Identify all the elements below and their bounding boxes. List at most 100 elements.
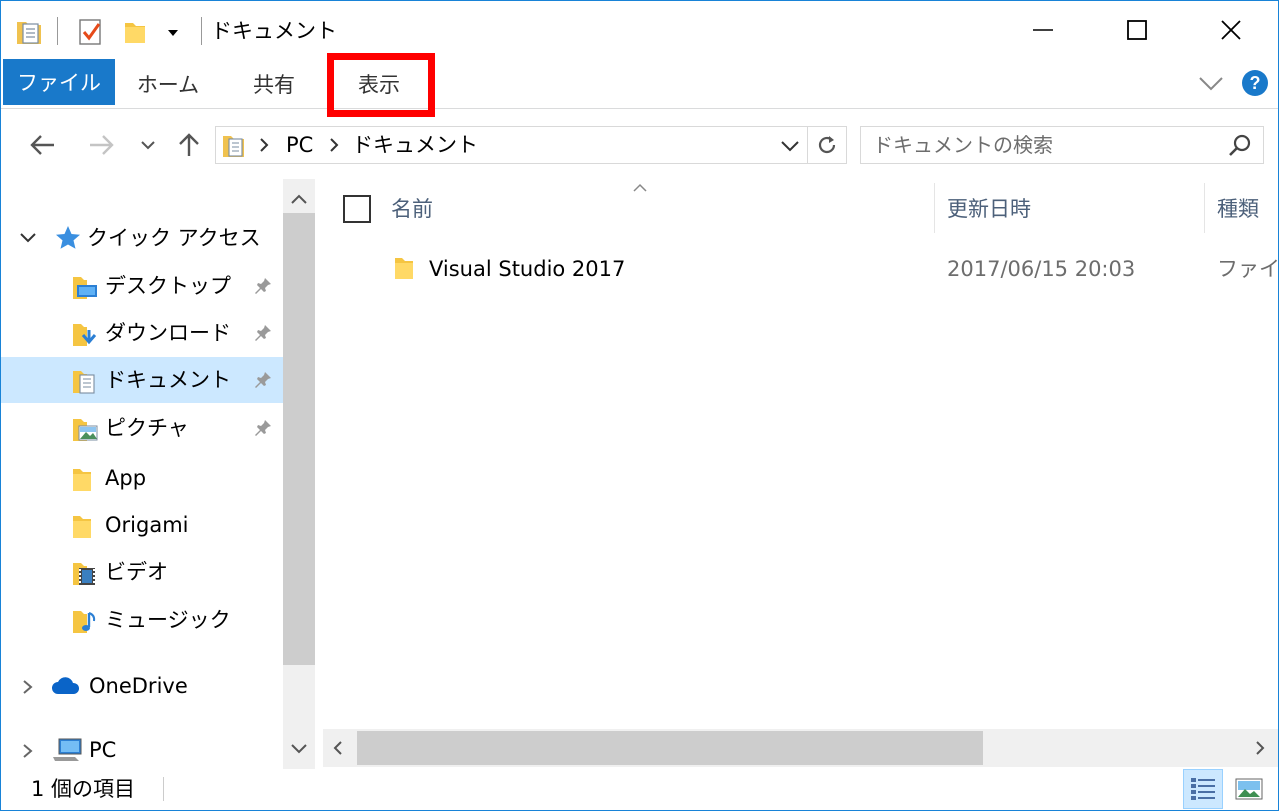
sort-ascending-icon [631,179,649,198]
tab-file[interactable]: ファイル [3,59,115,105]
title-bar: ドキュメント [1,1,1278,59]
breadcrumb-documents[interactable]: ドキュメント [352,127,478,163]
file-name[interactable]: Visual Studio 2017 [429,251,625,287]
column-header-modified[interactable]: 更新日時 [947,191,1031,231]
recent-locations-button[interactable] [137,125,159,165]
nav-quick-access-label: クイック アクセス [87,226,261,250]
nav-item-label: デスクトップ [105,274,231,298]
navigation-scrollbar-thumb[interactable] [283,213,315,665]
folder-icon [395,258,413,279]
nav-pc[interactable]: PC [1,727,283,773]
chevron-right-icon[interactable] [258,137,270,157]
properties-icon[interactable] [77,15,105,47]
star-icon [56,226,80,249]
nav-item-documents[interactable]: ドキュメント [1,357,283,403]
scroll-up-icon[interactable] [289,191,309,210]
up-button[interactable] [171,125,207,165]
document-folder-icon [222,131,246,163]
minimize-icon [1033,29,1053,31]
column-divider[interactable] [934,183,935,233]
downloads-folder-icon [73,324,97,346]
address-dropdown-icon[interactable] [780,138,800,157]
nav-item-music[interactable]: ミュージック [1,597,283,643]
scroll-right-icon[interactable] [1253,739,1267,761]
large-icons-view-icon [1235,778,1263,800]
nav-item-label: ピクチャ [105,416,189,440]
nav-item-pictures[interactable]: ピクチャ [1,405,283,451]
select-all-checkbox[interactable] [343,195,371,223]
pin-icon[interactable] [253,276,273,296]
forward-button[interactable] [81,125,121,165]
pin-icon[interactable] [253,323,273,343]
music-folder-icon [73,611,96,633]
horizontal-scrollbar-thumb[interactable] [357,731,983,765]
explorer-window: ドキュメント ファイル ホーム 共有 表示 ? PC ドキュメント ドキュメント… [0,0,1279,811]
minimize-button[interactable] [997,1,1089,59]
window-title: ドキュメント [211,19,337,43]
maximize-icon [1127,20,1147,40]
column-header-name[interactable]: 名前 [391,191,433,231]
svg-text:?: ? [1250,73,1261,93]
details-view-icon [1191,778,1215,800]
customize-toolbar-icon[interactable] [163,15,183,47]
tab-home[interactable]: ホーム [123,59,213,109]
folder-icon [73,516,91,538]
nav-item-label: App [105,466,147,490]
search-placeholder: ドキュメントの検索 [873,133,1053,157]
details-view-button[interactable] [1183,769,1223,809]
nav-onedrive[interactable]: OneDrive [1,663,283,709]
chevron-right-icon[interactable] [21,743,35,759]
scroll-left-icon[interactable] [331,739,345,761]
address-bar[interactable]: PC ドキュメント [215,126,808,164]
nav-item-label: ミュージック [105,608,231,632]
pin-icon[interactable] [253,418,273,438]
pc-icon [53,738,82,761]
nav-item-label: ビデオ [105,560,168,584]
ribbon-tabs: ファイル ホーム 共有 表示 ? [1,59,1278,109]
separator [57,17,58,45]
nav-item-desktop[interactable]: デスクトップ [1,263,283,309]
navigation-pane: クイック アクセス デスクトップ ダウンロード ドキュメント ピクチャ App … [1,179,283,769]
back-arrow-icon [30,135,54,155]
column-header-type[interactable]: 種類 [1217,191,1259,231]
expand-ribbon-icon[interactable] [1197,71,1225,99]
nav-item-app[interactable]: App [1,455,283,501]
refresh-button[interactable] [807,126,847,164]
view-tab-highlight [327,53,435,117]
chevron-down-icon[interactable] [19,231,37,245]
separator [163,777,164,801]
nav-item-label: Origami [105,513,189,537]
chevron-right-icon[interactable] [328,137,340,157]
nav-onedrive-label: OneDrive [89,674,188,698]
file-modified: 2017/06/15 20:03 [947,257,1136,281]
up-arrow-icon [179,133,199,156]
nav-item-label: ダウンロード [105,321,231,345]
nav-quick-access[interactable]: クイック アクセス [1,215,283,261]
maximize-button[interactable] [1091,1,1183,59]
breadcrumb-pc[interactable]: PC [286,127,313,163]
file-type: ファイル [1217,257,1278,281]
search-icon[interactable] [1227,133,1253,163]
folder-icon [73,469,91,491]
close-button[interactable] [1185,1,1277,59]
videos-folder-icon [73,563,95,585]
chevron-right-icon[interactable] [21,679,35,695]
nav-item-downloads[interactable]: ダウンロード [1,310,283,356]
forward-arrow-icon [90,135,114,155]
pin-icon[interactable] [253,370,273,390]
new-folder-icon[interactable] [121,15,149,47]
chevron-down-icon [141,141,155,150]
separator [201,17,202,45]
back-button[interactable] [23,125,63,165]
scroll-down-icon[interactable] [289,741,309,760]
help-icon[interactable]: ? [1241,69,1269,101]
document-folder-icon[interactable] [15,15,43,47]
column-divider[interactable] [1204,183,1205,233]
nav-item-videos[interactable]: ビデオ [1,549,283,595]
nav-item-origami[interactable]: Origami [1,502,283,548]
tab-share[interactable]: 共有 [229,59,319,109]
search-input[interactable]: ドキュメントの検索 [860,126,1264,164]
close-icon [1221,20,1241,40]
large-icons-view-button[interactable] [1229,769,1269,809]
onedrive-cloud-icon [52,677,80,694]
